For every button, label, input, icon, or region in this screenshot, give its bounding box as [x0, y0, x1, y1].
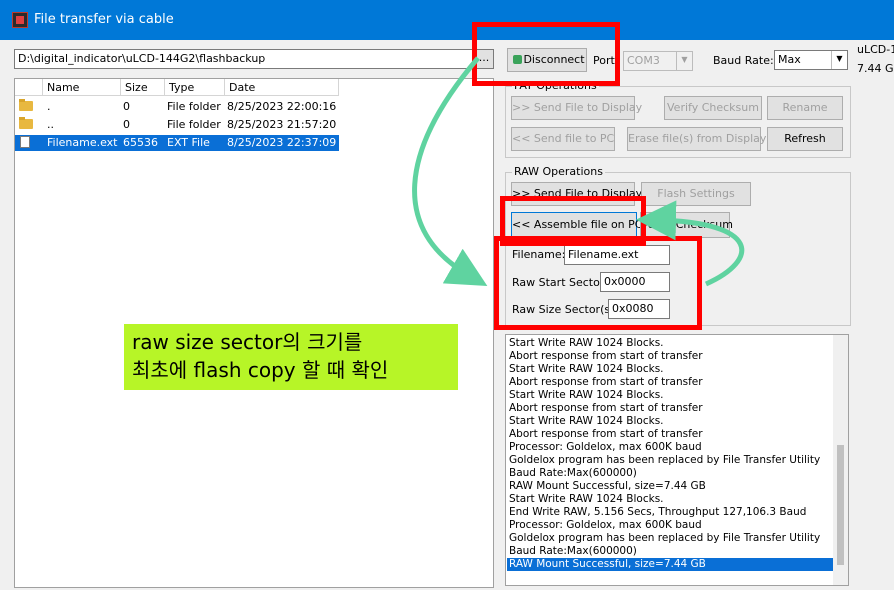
device-size: 7.44 GB	[857, 62, 894, 75]
file-date: 8/25/2023 21:57:20	[227, 118, 337, 131]
highlight-box-connection	[472, 22, 620, 86]
path-field[interactable]: D:\digital_indicator\uLCD-144G2\flashbac…	[14, 49, 474, 69]
fat-verify-checksum-button[interactable]: Verify Checksum	[664, 96, 762, 120]
log-line[interactable]: Processor: Goldelox, max 600K baud	[509, 441, 702, 454]
file-size: 0	[123, 118, 130, 131]
file-name: ..	[47, 118, 54, 131]
log-line[interactable]: Start Write RAW 1024 Blocks.	[509, 415, 664, 428]
annotation-line-2: 최초에 flash copy 할 때 확인	[132, 358, 389, 382]
log-scrollbar[interactable]	[833, 335, 848, 585]
file-icon	[20, 136, 30, 148]
column-header-type[interactable]: Type	[165, 79, 225, 96]
log-line[interactable]: Abort response from start of transfer	[509, 376, 703, 389]
refresh-button[interactable]: Refresh	[767, 127, 843, 151]
log-line[interactable]: Goldelox program has been replaced by Fi…	[509, 454, 820, 467]
log-line[interactable]: Abort response from start of transfer	[509, 428, 703, 441]
log-line[interactable]: Goldelox program has been replaced by Fi…	[509, 532, 820, 545]
raw-verify-checksum-button[interactable]: Verify Checksum	[640, 212, 733, 238]
log-line[interactable]: Start Write RAW 1024 Blocks.	[509, 363, 664, 376]
log-line[interactable]: Baud Rate:Max(600000)	[509, 545, 637, 558]
column-header-icon[interactable]	[15, 79, 43, 96]
title-bar: File transfer via cable	[0, 0, 894, 40]
log-line[interactable]: Start Write RAW 1024 Blocks.	[509, 389, 664, 402]
file-row[interactable]: .. 0 File folder 8/25/2023 21:57:20	[15, 117, 339, 133]
baud-select[interactable]: Max ▼	[774, 50, 848, 70]
erase-files-button[interactable]: Erase file(s) from Display	[627, 127, 766, 151]
log-line[interactable]: Start Write RAW 1024 Blocks.	[509, 493, 664, 506]
file-row-selected[interactable]: Filename.ext 65536 EXT File 8/25/2023 22…	[15, 135, 339, 151]
file-name: Filename.ext	[47, 136, 118, 149]
column-header-size[interactable]: Size	[121, 79, 165, 96]
port-value: COM3	[627, 54, 660, 67]
chevron-down-icon: ▼	[831, 51, 847, 69]
log-line-selected[interactable]: RAW Mount Successful, size=7.44 GB	[507, 558, 835, 571]
file-name: .	[47, 100, 51, 113]
log-line[interactable]: Abort response from start of transfer	[509, 402, 703, 415]
file-date: 8/25/2023 22:37:09	[227, 136, 337, 149]
log-scrollbar-thumb[interactable]	[837, 445, 844, 565]
annotation-line-1: raw size sector의 크기를	[132, 330, 363, 354]
rename-button[interactable]: Rename	[767, 96, 843, 120]
log-line[interactable]: Start Write RAW 1024 Blocks.	[509, 337, 664, 350]
chevron-down-icon: ▼	[676, 52, 692, 70]
file-date: 8/25/2023 22:00:16	[227, 100, 337, 113]
device-model: uLCD-1	[857, 43, 894, 56]
file-type: File folder	[167, 100, 221, 113]
raw-operations-title: RAW Operations	[512, 165, 605, 178]
fat-send-file-button[interactable]: >> Send File to Display	[511, 96, 642, 120]
file-size: 0	[123, 100, 130, 113]
highlight-box-raw-fields	[494, 236, 702, 330]
file-size: 65536	[123, 136, 158, 149]
flash-settings-button[interactable]: Flash Settings	[641, 182, 751, 206]
column-header-name[interactable]: Name	[43, 79, 121, 96]
window-title: File transfer via cable	[34, 12, 174, 27]
log-line[interactable]: Baud Rate:Max(600000)	[509, 467, 637, 480]
file-row[interactable]: . 0 File folder 8/25/2023 22:00:16	[15, 99, 339, 115]
send-to-pc-button[interactable]: << Send file to PC	[511, 127, 615, 151]
baud-value: Max	[778, 53, 801, 66]
annotation-note: raw size sector의 크기를 최초에 flash copy 할 때 …	[124, 324, 458, 390]
port-select[interactable]: COM3 ▼	[623, 51, 693, 71]
folder-icon	[19, 99, 33, 111]
log-line[interactable]: End Write RAW, 5.156 Secs, Throughput 12…	[509, 506, 806, 519]
log-list[interactable]: Start Write RAW 1024 Blocks. Abort respon…	[505, 334, 849, 586]
folder-icon	[19, 117, 33, 129]
column-header-date[interactable]: Date	[225, 79, 339, 96]
baud-label: Baud Rate:	[713, 54, 774, 67]
log-line[interactable]: Processor: Goldelox, max 600K baud	[509, 519, 702, 532]
log-line[interactable]: Abort response from start of transfer	[509, 350, 703, 363]
log-line[interactable]: RAW Mount Successful, size=7.44 GB	[509, 480, 706, 493]
file-type: EXT File	[167, 136, 210, 149]
app-icon	[12, 12, 28, 28]
file-type: File folder	[167, 118, 221, 131]
